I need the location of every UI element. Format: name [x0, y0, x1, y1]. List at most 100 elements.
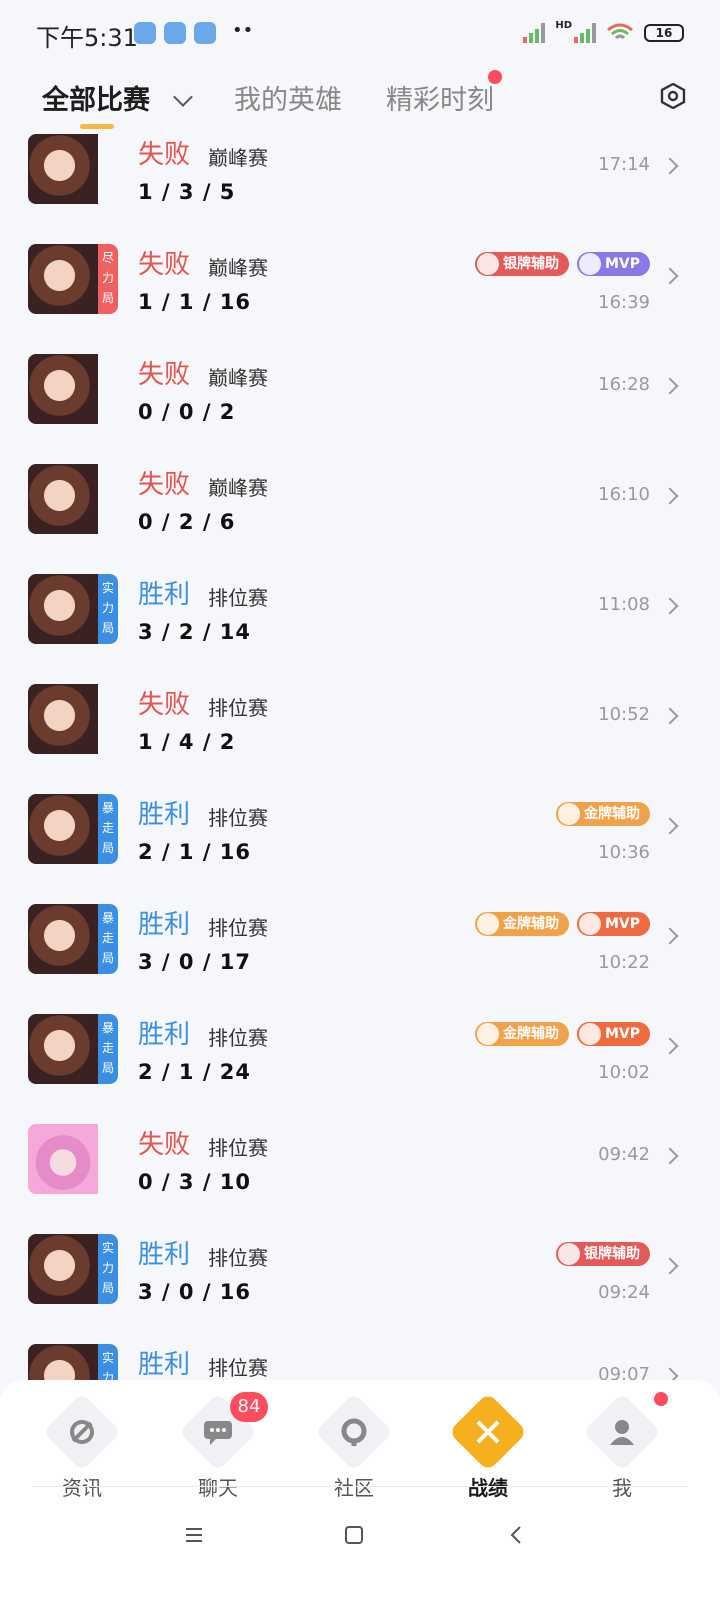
- match-result: 失败: [138, 360, 191, 390]
- hd-label: HD: [555, 19, 572, 31]
- chevron-right-icon[interactable]: [661, 1147, 679, 1165]
- match-row[interactable]: 尽力局 失败 巅峰赛 1 / 1 / 16 银牌辅助 MVP 16:39: [0, 238, 720, 348]
- back-icon[interactable]: [506, 1526, 526, 1544]
- status-time: 下午5:31: [36, 24, 138, 52]
- match-mode: 排位赛: [208, 916, 268, 940]
- hero-avatar: [28, 464, 118, 534]
- match-row[interactable]: 实力局 胜利 排位赛 3 / 0 / 16 银牌辅助 09:24: [0, 1228, 720, 1338]
- match-kda: 1 / 4 / 2: [138, 730, 236, 754]
- match-type-badge: 暴走局: [98, 904, 118, 974]
- news-icon: [42, 1392, 122, 1472]
- chevron-right-icon[interactable]: [661, 597, 679, 615]
- match-result: 胜利: [138, 910, 191, 940]
- match-result: 失败: [138, 140, 191, 170]
- tab-all-matches[interactable]: 全部比赛: [42, 78, 150, 117]
- match-mode: 排位赛: [208, 806, 268, 830]
- match-row[interactable]: 实力局 胜利 排位赛 3 / 2 / 14 11:08: [0, 568, 720, 678]
- match-mode: 排位赛: [208, 586, 268, 610]
- menu-icon[interactable]: [184, 1526, 204, 1544]
- match-time: 09:42: [598, 1144, 650, 1165]
- hero-portrait: [28, 904, 98, 974]
- match-mode: 巅峰赛: [208, 146, 268, 170]
- match-result: 失败: [138, 1130, 191, 1160]
- app-notification-icon: [164, 22, 186, 44]
- match-row[interactable]: 失败 巅峰赛 0 / 0 / 2 16:28: [0, 348, 720, 458]
- hero-portrait: [28, 134, 98, 204]
- chevron-down-icon[interactable]: [173, 87, 193, 107]
- match-row[interactable]: 失败 排位赛 1 / 4 / 2 10:52: [0, 678, 720, 788]
- achievement-tag: 金牌辅助: [474, 1022, 569, 1046]
- wifi-icon: [607, 23, 633, 40]
- battle-record-icon: [448, 1392, 528, 1472]
- chevron-right-icon[interactable]: [661, 927, 679, 945]
- settings-icon[interactable]: [660, 83, 686, 109]
- chevron-right-icon[interactable]: [661, 1037, 679, 1055]
- match-mode: 巅峰赛: [208, 476, 268, 500]
- match-time: 16:39: [598, 292, 650, 313]
- match-kda: 3 / 0 / 16: [138, 1280, 252, 1304]
- highlights-dot-badge: [488, 70, 502, 84]
- achievement-tag: 银牌辅助: [474, 252, 569, 276]
- home-icon[interactable]: [344, 1526, 364, 1544]
- achievement-tag: 金牌辅助: [474, 912, 569, 936]
- chevron-right-icon[interactable]: [661, 1257, 679, 1275]
- hero-avatar: [28, 134, 118, 204]
- status-bar: 下午5:31 •• HD 16: [0, 0, 720, 64]
- match-row[interactable]: 暴走局 胜利 排位赛 3 / 0 / 17 金牌辅助 MVP 10:22: [0, 898, 720, 1008]
- app-notification-icon: [194, 22, 216, 44]
- match-type-badge: 暴走局: [98, 794, 118, 864]
- match-kda: 0 / 2 / 6: [138, 510, 236, 534]
- match-row[interactable]: 暴走局 胜利 排位赛 2 / 1 / 24 金牌辅助 MVP 10:02: [0, 1008, 720, 1118]
- chevron-right-icon[interactable]: [661, 487, 679, 505]
- hero-portrait: [28, 464, 98, 534]
- match-time: 11:08: [598, 594, 650, 615]
- profile-dot-badge: [654, 1392, 668, 1406]
- match-row[interactable]: 失败 巅峰赛 0 / 2 / 6 16:10: [0, 458, 720, 568]
- match-list[interactable]: 失败 巅峰赛 1 / 3 / 5 17:14 尽力局 失败 巅峰赛 1 / 1 / 16 银牌辅…: [0, 128, 720, 1408]
- tab-highlights[interactable]: 精彩时刻: [386, 78, 494, 117]
- match-time: 10:36: [598, 842, 650, 863]
- achievement-tag: MVP: [576, 252, 650, 276]
- match-row[interactable]: 失败 排位赛 0 / 3 / 10 09:42: [0, 1118, 720, 1228]
- hero-avatar: 暴走局: [28, 904, 118, 974]
- hero-avatar: 实力局: [28, 574, 118, 644]
- match-result: 失败: [138, 470, 191, 500]
- tab-my-heroes[interactable]: 我的英雄: [234, 78, 342, 117]
- achievement-tag: MVP: [576, 1022, 650, 1046]
- bottom-navigation: 资讯 84 聊天 社区 战绩 我: [0, 1380, 720, 1600]
- chevron-right-icon[interactable]: [661, 267, 679, 285]
- achievement-tags: 金牌辅助 MVP: [474, 912, 650, 936]
- match-mode: 巅峰赛: [208, 366, 268, 390]
- match-mode: 排位赛: [208, 1136, 268, 1160]
- match-time: 16:28: [598, 374, 650, 395]
- match-type-badge: 尽力局: [98, 244, 118, 314]
- match-mode: 排位赛: [208, 1246, 268, 1270]
- match-type-badge: 实力局: [98, 574, 118, 644]
- match-kda: 0 / 3 / 10: [138, 1170, 252, 1194]
- match-result: 胜利: [138, 1240, 191, 1270]
- achievement-tags: 金牌辅助 MVP: [474, 1022, 650, 1046]
- match-mode: 排位赛: [208, 1026, 268, 1050]
- hero-portrait: [28, 354, 98, 424]
- hero-avatar: [28, 684, 118, 754]
- match-mode: 排位赛: [208, 1356, 268, 1380]
- community-icon: [314, 1392, 394, 1472]
- match-row[interactable]: 暴走局 胜利 排位赛 2 / 1 / 16 金牌辅助 10:36: [0, 788, 720, 898]
- chevron-right-icon[interactable]: [661, 157, 679, 175]
- chevron-right-icon[interactable]: [661, 377, 679, 395]
- hero-avatar: 实力局: [28, 1234, 118, 1304]
- hero-portrait: [28, 1014, 98, 1084]
- achievement-tags: 金牌辅助: [556, 802, 650, 826]
- battery-icon: 16: [644, 24, 684, 42]
- nav-divider: [32, 1486, 688, 1487]
- match-type-badge: 实力局: [98, 1234, 118, 1304]
- chevron-right-icon[interactable]: [661, 817, 679, 835]
- match-result: 胜利: [138, 580, 191, 610]
- hero-portrait: [28, 794, 98, 864]
- match-type-badge: 暴走局: [98, 1014, 118, 1084]
- match-result: 胜利: [138, 800, 191, 830]
- match-row[interactable]: 失败 巅峰赛 1 / 3 / 5 17:14: [0, 128, 720, 238]
- match-kda: 3 / 0 / 17: [138, 950, 252, 974]
- chevron-right-icon[interactable]: [661, 707, 679, 725]
- signal-icon: [523, 23, 546, 43]
